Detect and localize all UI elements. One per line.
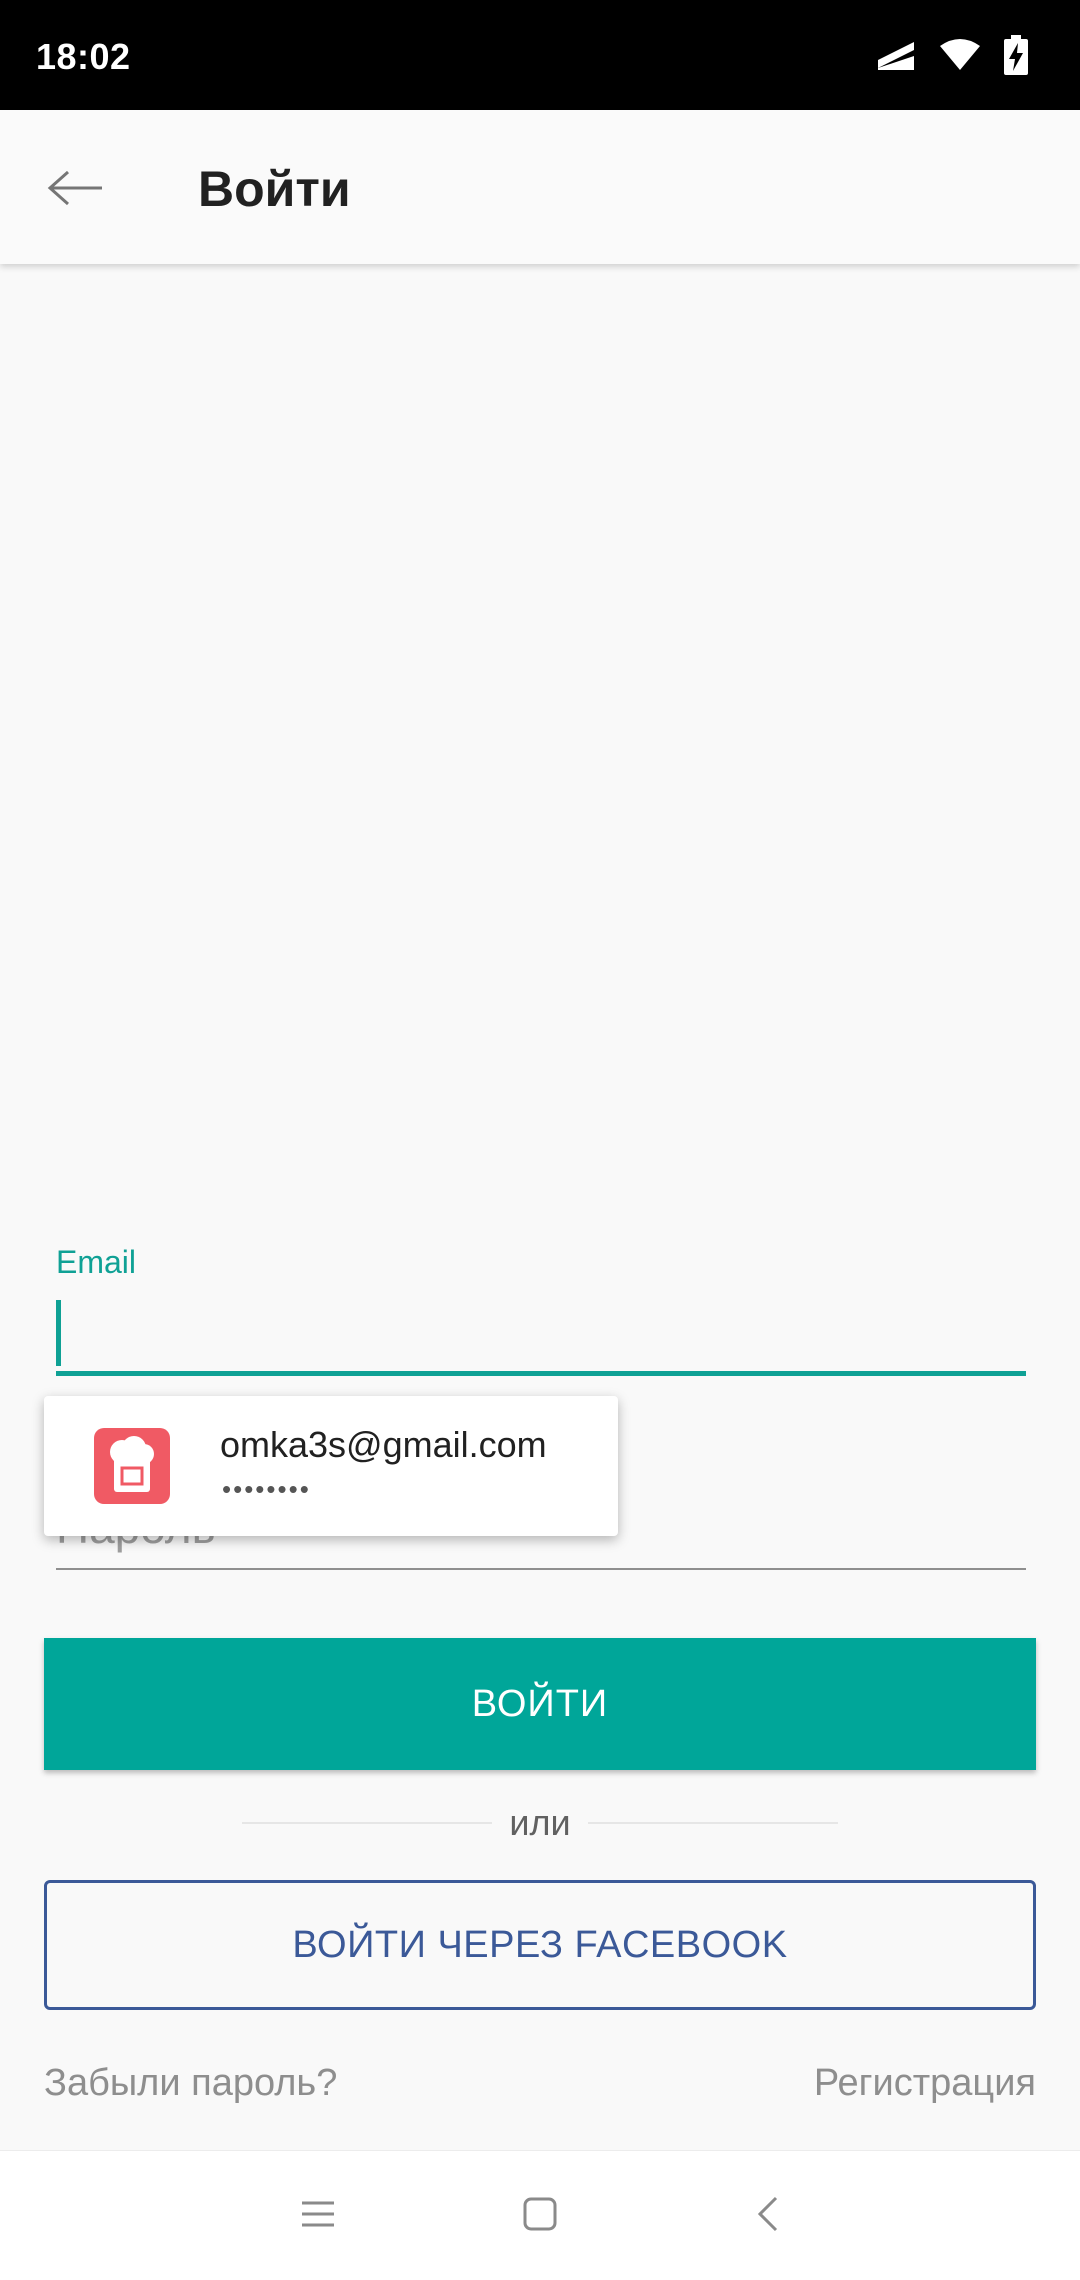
wifi-icon [938,38,982,72]
divider-line [588,1822,838,1824]
status-time: 18:02 [36,36,131,77]
home-icon [522,2196,558,2237]
back-icon [756,2194,780,2239]
facebook-login-button[interactable]: ВОЙТИ ЧЕРЕЗ FACEBOOK [44,1880,1036,2010]
signal-icon [876,38,916,72]
navigation-bar [0,2150,1080,2280]
app-bar: Войти [0,110,1080,264]
nav-home-button[interactable] [500,2181,580,2251]
email-label: Email [56,1244,137,1280]
back-arrow-icon [46,168,106,213]
nav-back-button[interactable] [728,2181,808,2251]
autofill-suggestion[interactable]: omka3s@gmail.com •••••••• [44,1396,618,1536]
battery-charging-icon [1004,35,1028,75]
nav-menu-button[interactable] [278,2181,358,2251]
status-icons [876,34,1028,76]
app-icon [94,1428,170,1504]
text-cursor [56,1300,61,1366]
forgot-password-link[interactable]: Забыли пароль? [44,2062,337,2105]
register-link[interactable]: Регистрация [814,2062,1036,2105]
email-field[interactable] [56,1296,1026,1376]
login-button[interactable]: ВОЙТИ [44,1638,1036,1770]
menu-icon [300,2199,336,2234]
status-bar: 18:02 [0,0,1080,110]
autofill-email: omka3s@gmail.com [220,1424,547,1465]
back-button[interactable] [36,150,116,230]
autofill-password-mask: •••••••• [222,1474,311,1504]
page-title: Войти [198,161,351,217]
or-divider: или [242,1802,838,1846]
